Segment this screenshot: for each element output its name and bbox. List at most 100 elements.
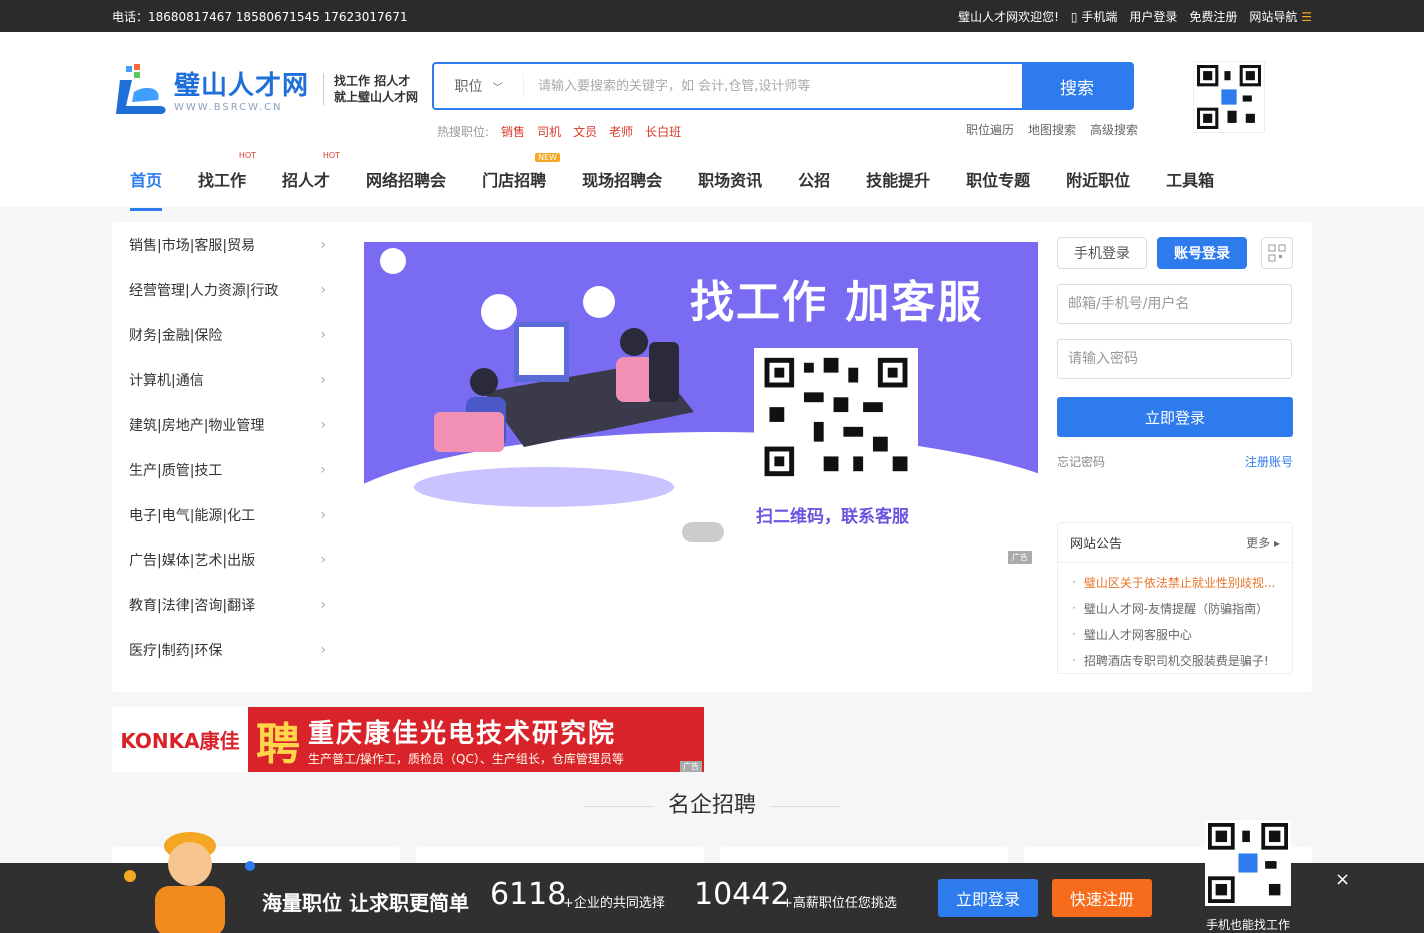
divider [770,805,840,807]
category-item[interactable]: 医疗|制药|环保 › [112,627,342,672]
notice-board: 网站公告 更多 ▸ 璧山区关于依法禁止就业性别歧视... 璧山人才网-友情提醒（… [1057,522,1293,674]
nav-home[interactable]: 首页 [130,167,163,211]
nav-career-news[interactable]: 职场资讯 [698,167,762,207]
login-button[interactable]: 立即登录 [1057,397,1293,437]
main-panel: 销售|市场|客服|贸易 › 经营管理|人力资源|行政 › 财务|金融|保险 › 计算机… [112,222,1312,692]
category-label: 建筑|房地产|物业管理 [129,417,265,434]
nav-label: 职场资讯 [698,171,763,190]
free-register-link[interactable]: 免费注册 [1189,8,1237,25]
qr-code-icon [1194,62,1264,132]
category-item[interactable]: 建筑|房地产|物业管理 › [112,402,342,447]
service-qr-code-icon [754,348,918,486]
section-title-text: 名企招聘 [667,793,756,818]
logo-url: WWW.BSRCW.CN [174,102,283,113]
notice-item[interactable]: 璧山区关于依法禁止就业性别歧视... [1072,569,1292,595]
nav-online-fair[interactable]: 网络招聘会 [366,167,446,207]
site-nav-link[interactable]: 网站导航 ☰ [1249,8,1312,25]
job-count-label: +高薪职位任您挑选 [782,896,897,911]
carousel-dots[interactable] [682,522,724,542]
nav-store-jobs[interactable]: 门店招聘 NEW [482,153,561,207]
bottom-register-button[interactable]: 快速注册 [1052,879,1152,917]
tab-account-login[interactable]: 账号登录 [1157,237,1247,269]
nav-find-job[interactable]: 找工作 HOT [198,151,256,207]
category-label: 计算机|通信 [129,372,204,389]
category-item[interactable]: 广告|媒体|艺术|出版 › [112,537,342,582]
password-field[interactable] [1057,339,1292,379]
register-account-link[interactable]: 注册账号 [1245,453,1293,470]
search-button[interactable]: 搜索 [1022,64,1132,108]
username-field[interactable] [1057,284,1292,324]
office-illustration-icon [414,286,694,507]
search-bar: 职位 ﹀ 搜索 [432,62,1134,110]
category-item[interactable]: 生产|质管|技工 › [112,447,342,492]
map-search-link[interactable]: 地图搜索 [1028,121,1076,138]
search-input[interactable] [524,64,1022,108]
hot-keyword[interactable]: 长白班 [645,123,681,140]
chevron-right-icon: › [320,641,326,658]
forgot-password-link[interactable]: 忘记密码 [1057,453,1105,470]
category-item[interactable]: 经营管理|人力资源|行政 › [112,267,342,312]
category-label: 生产|质管|技工 [129,462,223,479]
qr-login-icon[interactable] [1261,237,1293,269]
mobile-link[interactable]: ▯ 手机端 [1071,8,1117,25]
nav-skills[interactable]: 技能提升 [866,167,930,207]
mobile-label: 手机端 [1081,9,1118,24]
site-logo[interactable]: 璧山人才网 WWW.BSRCW.CN 找工作 招人才 就上璧山人才网 [112,62,418,116]
nav-toolbox[interactable]: 工具箱 [1166,167,1214,207]
hot-badge: HOT [238,151,257,160]
konka-ad-banner[interactable]: KONKA康佳 聘 重庆康佳光电技术研究院 生产普工/操作工，质检员（QC）、生… [112,707,704,772]
hot-label: 热搜职位: [437,125,490,139]
floating-qr[interactable]: 手机也能找工作 [1200,820,1296,932]
nav-nearby-jobs[interactable]: 附近职位 [1066,167,1130,207]
hot-keyword[interactable]: 司机 [537,123,561,140]
category-item[interactable]: 财务|金融|保险 › [112,312,342,357]
nav-label: 公招 [798,171,831,190]
user-login-link[interactable]: 用户登录 [1129,8,1177,25]
category-item[interactable]: 销售|市场|客服|贸易 › [112,222,342,267]
search-type-select[interactable]: 职位 ﹀ [434,74,524,98]
hot-keyword[interactable]: 文员 [573,123,597,140]
slogan-line-2: 就上璧山人才网 [334,90,419,104]
nav-public-recruit[interactable]: 公招 [798,167,830,207]
category-item[interactable]: 计算机|通信 › [112,357,342,402]
nav-recruit[interactable]: 招人才 HOT [282,151,340,207]
category-item[interactable]: 教育|法律|咨询|翻译 › [112,582,342,627]
banner-caption: 扫二维码，联系客服 [756,507,909,527]
close-icon[interactable]: × [1335,869,1350,890]
chevron-right-icon: › [320,236,326,253]
header: 璧山人才网 WWW.BSRCW.CN 找工作 招人才 就上璧山人才网 职位 ﹀ … [0,32,1424,211]
login-panel: 手机登录 账号登录 立即登录 忘记密码 注册账号 [1057,237,1293,470]
more-link[interactable]: 更多 ▸ [1246,534,1280,551]
tab-phone-login[interactable]: 手机登录 [1057,237,1147,269]
category-item[interactable]: 电子|电气|能源|化工 › [112,492,342,537]
nav-job-topics[interactable]: 职位专题 [966,167,1030,207]
category-label: 广告|媒体|艺术|出版 [129,552,256,569]
hot-badge: HOT [322,151,341,160]
category-label: 医疗|制药|环保 [129,642,223,659]
chevron-down-icon: ﹀ [492,82,503,94]
chevron-right-icon: › [320,416,326,433]
notice-item[interactable]: 招聘酒店专职司机交服装费是骗子! [1072,647,1292,673]
notice-item[interactable]: 璧山人才网-友情提醒（防骗指南） [1072,595,1292,621]
nav-onsite-fair[interactable]: 现场招聘会 [582,167,662,207]
nav-label: 职位专题 [966,171,1031,190]
category-label: 财务|金融|保险 [129,327,223,344]
job-browse-link[interactable]: 职位遍历 [966,121,1014,138]
promo-banner[interactable]: 找工作 加客服 扫二维码，联系客服 广告 [364,242,1038,568]
banner-title: 找工作 加客服 [690,277,984,328]
job-count: 10442 [694,877,790,912]
nav-label: 网络招聘会 [366,171,447,190]
logo-name: 璧山人才网 [174,71,310,101]
hot-keyword[interactable]: 老师 [609,123,633,140]
hot-keyword[interactable]: 销售 [501,123,525,140]
notice-item[interactable]: 璧山人才网客服中心 [1072,621,1292,647]
promo-slogan: 海量职位 让求职更简单 [262,891,469,915]
nav-label: 附近职位 [1066,171,1131,190]
ad-label: 广告 [680,761,702,772]
company-count: 6118 [490,877,567,912]
bottom-login-button[interactable]: 立即登录 [938,879,1038,917]
chevron-right-icon: › [320,371,326,388]
main-nav: 首页 找工作 HOT 招人才 HOT 网络招聘会 门店招聘 NEW 现场招聘会 职场资… [130,151,1250,211]
advanced-search-link[interactable]: 高级搜索 [1090,121,1138,138]
nav-label: 现场招聘会 [582,171,663,190]
